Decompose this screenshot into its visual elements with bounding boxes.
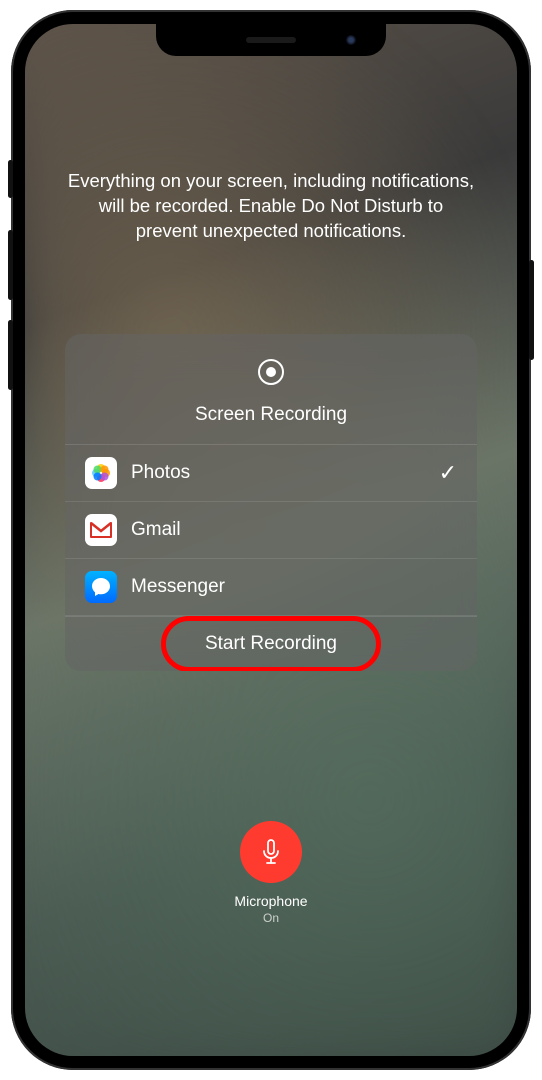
card-header: Screen Recording [65,334,477,445]
silent-switch [8,160,13,198]
app-row-photos[interactable]: Photos ✓ [65,445,477,502]
gmail-app-icon [85,514,117,546]
app-row-messenger[interactable]: Messenger [65,559,477,616]
app-row-gmail[interactable]: Gmail [65,502,477,559]
power-button [529,260,534,360]
start-recording-button[interactable]: Start Recording [65,616,477,671]
notch [156,24,386,56]
screen: Everything on your screen, including not… [25,24,517,1056]
microphone-toggle-button[interactable] [240,821,302,883]
recording-disclaimer: Everything on your screen, including not… [25,169,517,244]
microphone-section: Microphone On [25,821,517,925]
screen-recording-card: Screen Recording [65,334,477,671]
content-area: Everything on your screen, including not… [25,24,517,1056]
volume-down-button [8,320,13,390]
messenger-app-icon [85,571,117,603]
card-title: Screen Recording [65,404,477,426]
app-label: Photos [131,462,425,484]
app-list[interactable]: Photos ✓ Gmail [65,445,477,616]
app-label: Gmail [131,519,457,541]
microphone-status: On [263,911,279,925]
photos-app-icon [85,457,117,489]
checkmark-icon: ✓ [439,460,457,486]
start-recording-label: Start Recording [205,633,337,654]
app-label: Messenger [131,576,457,598]
volume-up-button [8,230,13,300]
microphone-icon [259,838,283,866]
front-camera [346,35,356,45]
phone-frame: Everything on your screen, including not… [11,10,531,1070]
microphone-label: Microphone [234,893,307,909]
record-icon [257,358,285,386]
speaker [246,37,296,43]
